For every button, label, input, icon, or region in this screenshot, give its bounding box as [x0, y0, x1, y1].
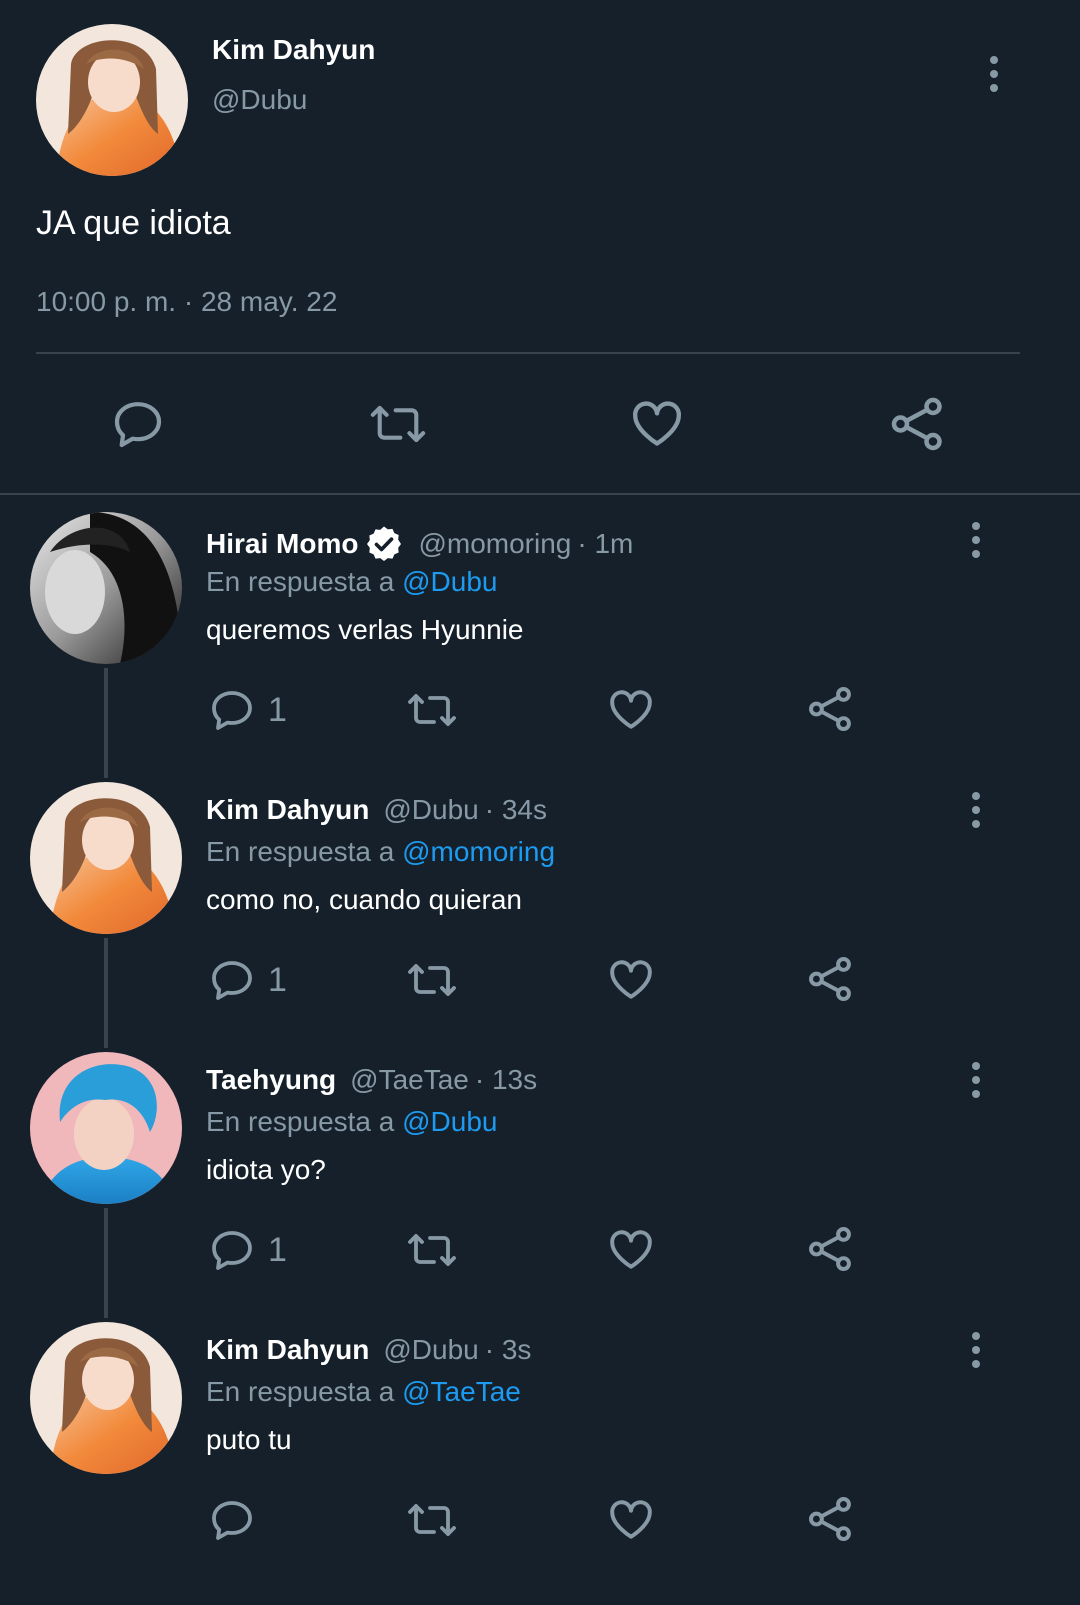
- verified-badge-icon: [367, 526, 402, 561]
- reply-icon: [212, 691, 252, 730]
- reply-author-name[interactable]: Taehyung: [206, 1064, 336, 1096]
- reply-button[interactable]: 1: [208, 1226, 287, 1274]
- reply-to-link[interactable]: @TaeTae: [402, 1376, 521, 1407]
- reply-icon: [114, 402, 162, 448]
- reply-context: En respuesta a @TaeTae: [206, 1376, 521, 1407]
- reply-count: 1: [268, 691, 287, 729]
- reply-to-link[interactable]: @Dubu: [402, 566, 497, 597]
- main-like-button[interactable]: [628, 394, 686, 452]
- main-share-button[interactable]: [888, 394, 948, 454]
- retweet-icon: [408, 1504, 456, 1536]
- reply-button[interactable]: 1: [208, 686, 287, 734]
- retweet-button[interactable]: [404, 686, 460, 734]
- like-button[interactable]: [606, 684, 656, 734]
- reply-author-handle[interactable]: @TaeTae: [350, 1064, 469, 1096]
- reply-time: · 3s: [484, 1334, 532, 1365]
- reply-author-name[interactable]: Kim Dahyun: [206, 794, 369, 826]
- reply-avatar[interactable]: [30, 782, 182, 934]
- thread-line: [104, 938, 108, 1048]
- reply-more-icon[interactable]: [966, 1332, 986, 1368]
- main-tweet-text: JA que idiota: [36, 204, 231, 242]
- heart-icon: [610, 1230, 652, 1269]
- reply-count: 1: [268, 961, 287, 999]
- retweet-button[interactable]: [404, 956, 460, 1004]
- reply-to-link[interactable]: @momoring: [402, 836, 555, 867]
- retweet-button[interactable]: [404, 1226, 460, 1274]
- reply-time: · 13s: [474, 1064, 538, 1095]
- reply-more-icon[interactable]: [966, 522, 986, 558]
- reply-context: En respuesta a @Dubu: [206, 1106, 498, 1137]
- main-tweet-timestamp: 10:00 p. m. · 28 may. 22: [36, 286, 338, 317]
- reply-header: Kim Dahyun @Dubu · 3s: [206, 1334, 531, 1366]
- reply-author-name[interactable]: Kim Dahyun: [206, 1334, 369, 1366]
- reply-header: Taehyung @TaeTae · 13s: [206, 1064, 537, 1096]
- reply-context: En respuesta a @momoring: [206, 836, 556, 867]
- retweet-icon: [370, 405, 426, 443]
- reply-header: Kim Dahyun @Dubu · 34s: [206, 794, 547, 826]
- main-tweet-divider: [36, 352, 1020, 354]
- reply-text: puto tu: [206, 1424, 292, 1455]
- thread-line: [104, 668, 108, 778]
- reply-text: queremos verlas Hyunnie: [206, 614, 524, 645]
- share-button[interactable]: [806, 1224, 856, 1274]
- share-icon: [809, 1497, 851, 1541]
- heart-icon: [610, 960, 652, 999]
- like-button[interactable]: [606, 954, 656, 1004]
- reply-text: idiota yo?: [206, 1154, 326, 1185]
- reply-count: 1: [268, 1231, 287, 1269]
- reply-time: · 34s: [484, 794, 547, 825]
- reply-icon: [212, 1231, 252, 1270]
- main-retweet-button[interactable]: [366, 396, 430, 452]
- reply-button[interactable]: 1: [208, 956, 287, 1004]
- share-button[interactable]: [806, 1494, 856, 1544]
- retweet-icon: [408, 964, 456, 996]
- reply-more-icon[interactable]: [966, 792, 986, 828]
- share-icon: [809, 1227, 851, 1271]
- reply-to-link[interactable]: @Dubu: [402, 1106, 497, 1137]
- main-tweet-more-icon[interactable]: [984, 56, 1004, 92]
- reply-avatar[interactable]: [30, 1052, 182, 1204]
- share-icon: [809, 687, 851, 731]
- reply-author-name[interactable]: Hirai Momo: [206, 528, 358, 560]
- share-icon: [891, 397, 942, 451]
- main-tweet-avatar[interactable]: [36, 24, 188, 176]
- reply-text: como no, cuando quieran: [206, 884, 522, 915]
- like-button[interactable]: [606, 1494, 656, 1544]
- section-divider: [0, 493, 1080, 495]
- main-tweet-author-handle[interactable]: @Dubu: [212, 84, 307, 116]
- reply-icon: [212, 961, 252, 1000]
- reply-button[interactable]: [208, 1496, 268, 1544]
- heart-icon: [633, 401, 681, 446]
- like-button[interactable]: [606, 1224, 656, 1274]
- retweet-icon: [408, 1234, 456, 1266]
- reply-avatar[interactable]: [30, 1322, 182, 1474]
- thread-line: [104, 1208, 108, 1318]
- reply-time: · 1m: [577, 528, 634, 559]
- reply-author-handle[interactable]: @momoring: [418, 528, 571, 560]
- share-icon: [809, 957, 851, 1001]
- retweet-icon: [408, 694, 456, 726]
- reply-header: Hirai Momo @momoring · 1m: [206, 524, 633, 564]
- reply-context: En respuesta a @Dubu: [206, 566, 498, 597]
- retweet-button[interactable]: [404, 1496, 460, 1544]
- share-button[interactable]: [806, 684, 856, 734]
- main-tweet-author-name[interactable]: Kim Dahyun: [212, 34, 375, 66]
- reply-more-icon[interactable]: [966, 1062, 986, 1098]
- reply-author-handle[interactable]: @Dubu: [383, 1334, 478, 1366]
- main-reply-button[interactable]: [110, 396, 166, 452]
- heart-icon: [610, 690, 652, 729]
- heart-icon: [610, 1500, 652, 1539]
- reply-avatar[interactable]: [30, 512, 182, 664]
- share-button[interactable]: [806, 954, 856, 1004]
- reply-icon: [212, 1501, 252, 1540]
- reply-author-handle[interactable]: @Dubu: [383, 794, 478, 826]
